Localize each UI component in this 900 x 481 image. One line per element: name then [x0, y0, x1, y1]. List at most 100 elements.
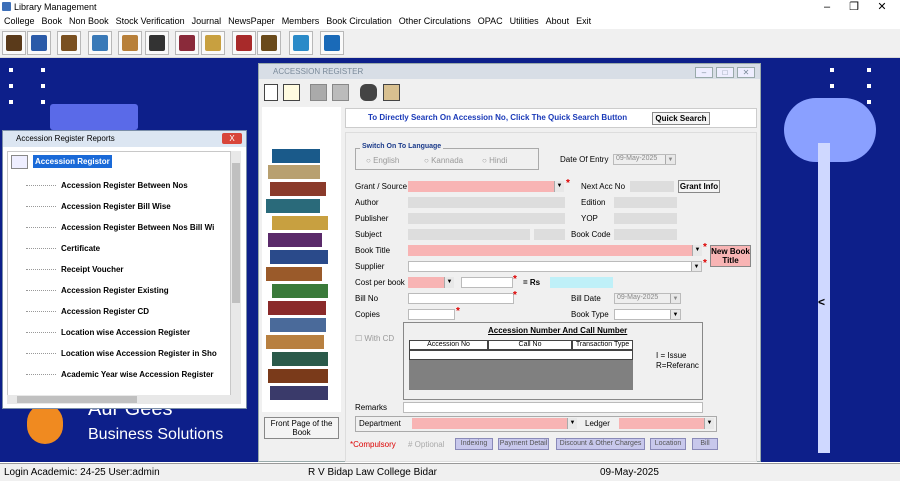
library-icon[interactable]	[257, 31, 281, 55]
reports-hscroll[interactable]	[7, 395, 241, 404]
location-button[interactable]: Location	[650, 438, 686, 450]
report-item[interactable]: Accession Register CD	[61, 307, 149, 316]
menu-exit[interactable]: Exit	[572, 14, 594, 26]
menu-utilities[interactable]: Utilities	[506, 14, 542, 26]
edit-icon[interactable]	[283, 84, 300, 101]
discount-charges-button[interactable]: Discount & Other Charges	[556, 438, 645, 450]
delete-icon[interactable]	[310, 84, 327, 101]
currency-field[interactable]: ▼	[408, 277, 454, 288]
help-icon[interactable]	[320, 31, 344, 55]
book-title-field[interactable]: ▼	[408, 245, 702, 256]
new-book-title-button[interactable]: New Book Title	[710, 245, 751, 267]
front-page-button[interactable]: Front Page of the Book	[264, 417, 339, 439]
radio-hindi[interactable]: ○ Hindi	[482, 156, 507, 165]
with-cd-checkbox[interactable]: ☐ With CD	[355, 334, 394, 343]
grid-row[interactable]	[409, 350, 633, 360]
journal-icon[interactable]	[175, 31, 199, 55]
menu-other-circulations[interactable]: Other Circulations	[395, 14, 474, 26]
compulsory-note: *Compulsory	[350, 440, 396, 449]
date-of-entry-field[interactable]: 09-May-2025 ▼	[613, 154, 676, 165]
cost-field[interactable]	[461, 277, 513, 288]
department-field[interactable]: ▼	[412, 418, 577, 429]
optional-note: # Optional	[408, 440, 445, 449]
side-collapse-arrow[interactable]: <	[818, 295, 825, 309]
reports-close-button[interactable]: X	[222, 133, 242, 144]
bill-date-field[interactable]: 09-May-2025 ▼	[614, 293, 681, 304]
bill-no-field[interactable]	[408, 293, 514, 304]
main-maximize-button[interactable]: □	[716, 67, 734, 78]
menu-college[interactable]: College	[0, 14, 38, 26]
book-code-field[interactable]	[614, 229, 677, 240]
menu-book-circulation[interactable]: Book Circulation	[322, 14, 395, 26]
col-transaction-type: Transaction Type	[572, 340, 633, 350]
exit-icon[interactable]	[383, 84, 400, 101]
toolbar	[0, 29, 900, 58]
id-card-icon[interactable]	[145, 31, 169, 55]
minimize-button[interactable]: –	[813, 0, 841, 14]
report-item[interactable]: Academic Year wise Accession Register	[61, 370, 214, 379]
menu-about[interactable]: About	[542, 14, 573, 26]
status-login: Login Academic: 24-25 User:admin	[4, 467, 160, 478]
ledger-field[interactable]: ▼	[619, 418, 714, 429]
yop-field[interactable]	[614, 213, 677, 224]
menu-book[interactable]: Book	[38, 14, 66, 26]
report-item[interactable]: Accession Register Existing	[61, 286, 169, 295]
indexing-button[interactable]: Indexing	[455, 438, 493, 450]
supplier-label: Supplier	[355, 262, 385, 271]
accession-grid[interactable]: Accession No Call No Transaction Type	[409, 340, 655, 390]
transfer-icon[interactable]	[289, 31, 313, 55]
menu-non-book[interactable]: Non Book	[65, 14, 112, 26]
main-minimize-button[interactable]: –	[695, 67, 713, 78]
edition-field[interactable]	[614, 197, 677, 208]
payment-detail-button[interactable]: Payment Detail	[498, 438, 549, 450]
subject-code-field[interactable]	[534, 229, 565, 240]
catalog-icon[interactable]	[27, 31, 51, 55]
remarks-field[interactable]	[403, 402, 703, 413]
book-title-label: Book Title	[355, 246, 391, 255]
language-group-label: Switch On To Language	[360, 143, 444, 150]
radio-kannada[interactable]: ○ Kannada	[424, 156, 463, 165]
computer-icon[interactable]	[88, 31, 112, 55]
new-icon[interactable]	[264, 84, 278, 101]
find-icon[interactable]	[360, 84, 377, 101]
bill-button[interactable]: Bill	[692, 438, 718, 450]
radio-english[interactable]: ○ English	[366, 156, 399, 165]
books-icon[interactable]	[2, 31, 26, 55]
accession-register-window: ACCESSION REGISTER – □ ✕ Front Page of t…	[258, 63, 761, 462]
book-type-field[interactable]: ▼	[614, 309, 681, 320]
report-item[interactable]: Location wise Accession Register	[61, 328, 190, 337]
maximize-button[interactable]: ❐	[840, 0, 868, 14]
close-button[interactable]: ✕	[868, 0, 896, 14]
quick-search-text: To Directly Search On Accession No, Clic…	[368, 113, 628, 122]
reports-tree: Accession Registor Accession Register Be…	[7, 151, 231, 396]
copies-field[interactable]	[408, 309, 455, 320]
grant-info-button[interactable]: Grant Info	[678, 180, 720, 193]
menu-opac[interactable]: OPAC	[474, 14, 506, 26]
subject-field[interactable]	[408, 229, 530, 240]
reports-vscroll[interactable]	[231, 151, 241, 396]
menu-newspaper[interactable]: NewsPaper	[224, 14, 278, 26]
main-close-button[interactable]: ✕	[737, 67, 755, 78]
publisher-field[interactable]	[408, 213, 565, 224]
grant-source-field[interactable]: ▼	[408, 181, 564, 192]
supplier-field[interactable]: ▼	[408, 261, 702, 272]
report-item[interactable]: Receipt Voucher	[61, 265, 124, 274]
notes-icon[interactable]	[201, 31, 225, 55]
menu-stock-verification[interactable]: Stock Verification	[112, 14, 188, 26]
menu-journal[interactable]: Journal	[188, 14, 225, 26]
report-item[interactable]: Certificate	[61, 244, 100, 253]
member-icon[interactable]	[118, 31, 142, 55]
circulation-icon[interactable]	[232, 31, 256, 55]
report-item[interactable]: Location wise Accession Register in Sho	[61, 349, 217, 358]
report-item[interactable]: Accession Register Bill Wise	[61, 202, 171, 211]
report-item[interactable]: Accession Register Between Nos Bill Wi	[61, 223, 214, 232]
report-item[interactable]: Accession Register Between Nos	[61, 181, 188, 190]
ledger-label: Ledger	[585, 419, 610, 428]
tree-root[interactable]: Accession Registor	[33, 155, 112, 168]
quick-search-button[interactable]: Quick Search	[652, 112, 710, 125]
menu-members[interactable]: Members	[278, 14, 323, 26]
search-book-icon[interactable]	[57, 31, 81, 55]
author-field[interactable]	[408, 197, 565, 208]
status-college: R V Bidap Law College Bidar	[308, 467, 437, 478]
save-icon[interactable]	[332, 84, 349, 101]
